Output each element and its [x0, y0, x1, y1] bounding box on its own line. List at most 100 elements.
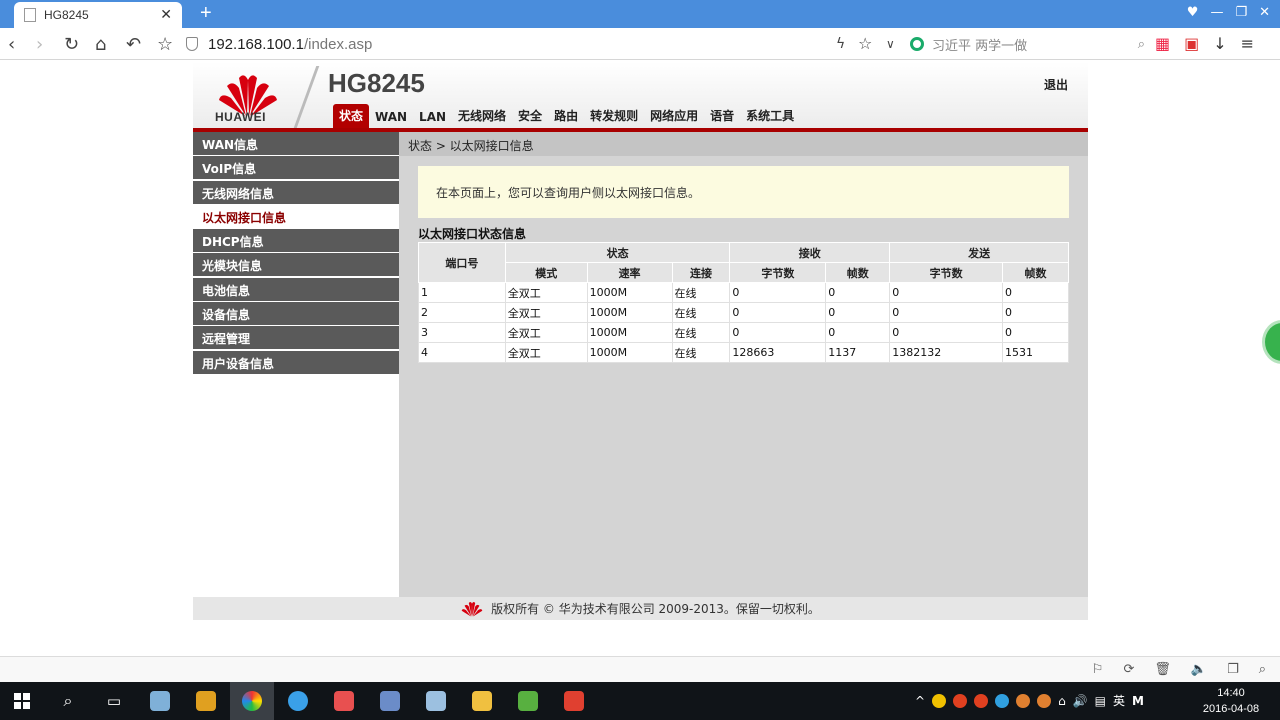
menu-voice[interactable]: 语音: [704, 107, 740, 128]
browser-tab[interactable]: HG8245 ✕: [14, 2, 182, 28]
sidebar-item-dhcp-info[interactable]: DHCP信息: [193, 229, 399, 253]
sidebar-item-user-device-info[interactable]: 用户设备信息: [193, 350, 399, 374]
back-icon[interactable]: ‹: [8, 34, 15, 55]
tray-app-icon[interactable]: [953, 693, 968, 708]
taskbar-app-browser[interactable]: [230, 682, 274, 720]
cell-link: 在线: [671, 282, 731, 303]
flash-icon[interactable]: ϟ: [836, 36, 845, 52]
notification-icon[interactable]: ▤: [1095, 694, 1106, 708]
menu-network-apps[interactable]: 网络应用: [644, 107, 704, 128]
maximize-icon[interactable]: ❐: [1235, 5, 1247, 20]
search-box[interactable]: 习近平 两学一做 ⌕: [910, 33, 1145, 55]
url-host: 192.168.100.1: [208, 35, 304, 53]
forward-icon[interactable]: ›: [36, 34, 43, 55]
sidebar-item-voip-info[interactable]: VoIP信息: [193, 156, 399, 180]
sidebar-item-ethernet-info[interactable]: 以太网接口信息: [193, 204, 399, 228]
minimize-icon[interactable]: —: [1210, 5, 1223, 20]
menu-forward-rules[interactable]: 转发规则: [584, 107, 644, 128]
download-icon[interactable]: ↓: [1213, 34, 1226, 53]
close-window-icon[interactable]: ✕: [1259, 5, 1270, 20]
header-rx-frames: 帧数: [825, 262, 891, 283]
ime-icon[interactable]: M: [1132, 694, 1144, 708]
tray-app-icon[interactable]: [932, 693, 947, 708]
bookmark-star-icon[interactable]: ☆: [157, 34, 173, 55]
cell-rx-frames: 1137: [825, 342, 891, 363]
menu-icon[interactable]: ≡: [1241, 34, 1254, 53]
sidebar-item-battery-info[interactable]: 电池信息: [193, 277, 399, 301]
cell-link: 在线: [671, 342, 731, 363]
ticket-icon[interactable]: ▣: [1184, 34, 1199, 53]
reload-icon[interactable]: ↻: [64, 34, 79, 55]
menu-status[interactable]: 状态: [333, 104, 370, 128]
taskbar-app-bird[interactable]: [184, 682, 228, 720]
menu-lan[interactable]: LAN: [413, 110, 452, 128]
section-title: 以太网接口状态信息: [418, 227, 527, 241]
volume-icon[interactable]: 🔈: [1191, 662, 1207, 677]
taskbar-app-qq[interactable]: [276, 682, 320, 720]
menu-wireless[interactable]: 无线网络: [452, 107, 512, 128]
taskbar-app-game[interactable]: [322, 682, 366, 720]
taskbar-app-tool[interactable]: [506, 682, 550, 720]
sidebar-item-wireless-info[interactable]: 无线网络信息: [193, 180, 399, 204]
menu-wan[interactable]: WAN: [369, 110, 413, 128]
menu-route[interactable]: 路由: [548, 107, 584, 128]
search-engine-icon: [910, 37, 924, 51]
taskbar-app-folder[interactable]: [460, 682, 504, 720]
refresh-icon[interactable]: ⟳: [1123, 662, 1134, 677]
tray-app-icon[interactable]: [1037, 693, 1052, 708]
tray-app-icon[interactable]: [995, 693, 1010, 708]
tray-expand-icon[interactable]: ^: [915, 694, 925, 708]
address-bar[interactable]: 192.168.100.1 /index.asp: [186, 31, 876, 57]
cell-tx-frames: 0: [1002, 282, 1069, 303]
cell-tx-frames: 0: [1002, 322, 1069, 343]
skin-icon[interactable]: ♥: [1187, 5, 1199, 20]
zoom-icon[interactable]: ⌕: [1259, 662, 1266, 677]
tray-app-icon[interactable]: [1016, 693, 1031, 708]
volume-tray-icon[interactable]: 🔊: [1073, 694, 1088, 708]
speedup-icon[interactable]: ⚐: [1092, 662, 1104, 677]
app-icon: [564, 691, 584, 711]
input-language[interactable]: 英: [1113, 692, 1125, 709]
apps-grid-icon[interactable]: ▦: [1155, 34, 1170, 53]
search-taskbar-icon[interactable]: ⌕: [46, 682, 90, 720]
table-row: 4 全双工 1000M 在线 128663 1137 1382132 1531: [418, 342, 1069, 363]
new-tab-button[interactable]: +: [200, 2, 212, 25]
header-mode: 模式: [504, 262, 588, 283]
undo-icon[interactable]: ↶: [126, 34, 141, 55]
home-icon[interactable]: ⌂: [95, 34, 106, 55]
close-tab-icon[interactable]: ✕: [160, 7, 172, 23]
taskbar-app-red[interactable]: [552, 682, 596, 720]
taskbar-app-network[interactable]: [368, 682, 412, 720]
task-view-icon[interactable]: ▭: [92, 682, 136, 720]
logout-link[interactable]: 退出: [1044, 76, 1068, 93]
top-menu: 状态 WAN LAN 无线网络 安全 路由 转发规则 网络应用 语音 系统工具: [333, 104, 800, 128]
start-button[interactable]: [0, 682, 44, 720]
trash-icon[interactable]: 🗑: [1154, 662, 1171, 677]
sidebar-item-remote-management[interactable]: 远程管理: [193, 326, 399, 350]
main-content: 状态 > 以太网接口信息 在本页面上，您可以查询用户侧以太网接口信息。 以太网接…: [399, 132, 1088, 597]
page-footer: 版权所有 © 华为技术有限公司 2009-2013。保留一切权利。: [193, 597, 1088, 620]
cell-rx-bytes: 128663: [729, 342, 827, 363]
app-icon: [150, 691, 170, 711]
sidebar-item-optical-module[interactable]: 光模块信息: [193, 253, 399, 277]
system-clock[interactable]: 14:40 2016-04-08: [1196, 685, 1266, 717]
floating-assistant-button[interactable]: [1262, 320, 1280, 364]
network-icon[interactable]: ⌂: [1058, 694, 1066, 708]
favorite-star-icon[interactable]: ☆: [858, 34, 872, 53]
menu-system-tools[interactable]: 系统工具: [740, 107, 800, 128]
menu-security[interactable]: 安全: [512, 107, 548, 128]
cell-tx-frames: 0: [1002, 302, 1069, 323]
taskbar-app-book[interactable]: [414, 682, 458, 720]
chevron-down-icon[interactable]: ∨: [886, 37, 895, 51]
taskbar-app-explorer[interactable]: [138, 682, 182, 720]
header-rx-bytes: 字节数: [729, 262, 827, 283]
sidebar-item-device-info[interactable]: 设备信息: [193, 302, 399, 326]
search-icon[interactable]: ⌕: [1138, 37, 1145, 52]
tray-app-icon[interactable]: [974, 693, 989, 708]
cell-port: 4: [418, 342, 506, 363]
window-icon[interactable]: ❐: [1227, 662, 1239, 677]
sidebar-item-wan-info[interactable]: WAN信息: [193, 132, 399, 155]
cell-tx-bytes: 0: [889, 322, 1004, 343]
search-input[interactable]: 习近平 两学一做: [932, 35, 1138, 54]
cell-port: 2: [418, 302, 506, 323]
